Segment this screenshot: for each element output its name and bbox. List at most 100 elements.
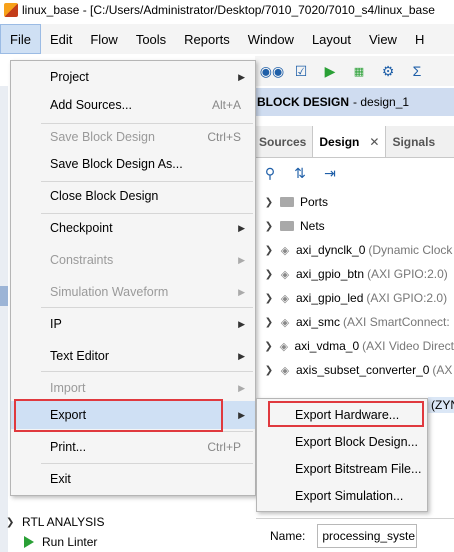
tree-item-detail: (AXI SmartConnect: <box>343 315 450 329</box>
run-icon[interactable]: ▶ <box>321 62 339 80</box>
menu-item-close-block-design[interactable]: Close Block Design <box>11 182 255 210</box>
menu-help[interactable]: H <box>406 24 433 54</box>
bitstream-icon[interactable]: ▦ <box>350 62 368 80</box>
chevron-right-icon[interactable]: ❯ <box>262 341 275 352</box>
menu-item-exit[interactable]: Exit <box>11 465 255 493</box>
menu-item-add-sources[interactable]: Add Sources... Alt+A <box>11 91 255 119</box>
menu-item-label: Add Sources... <box>50 98 132 112</box>
menu-item-save-block-design: Save Block Design Ctrl+S <box>11 123 255 151</box>
submenu-arrow-icon: ▶ <box>238 71 245 82</box>
properties-panel: Name: processing_syste <box>256 518 454 552</box>
menu-item-text-editor[interactable]: Text Editor ▶ <box>11 342 255 370</box>
menu-layout[interactable]: Layout <box>303 24 360 54</box>
menu-separator <box>41 463 253 464</box>
submenu-arrow-icon: ▶ <box>238 382 245 393</box>
tree-item[interactable]: ❯ ◈ axis_subset_converter_0 (AX <box>256 358 454 382</box>
menu-item-print[interactable]: Print... Ctrl+P <box>11 433 255 461</box>
title-bar: linux_base - [C:/Users/Administrator/Des… <box>0 0 454 20</box>
chevron-right-icon[interactable]: ❯ <box>262 221 276 232</box>
tree-item[interactable]: ❯ ◈ axi_gpio_btn (AXI GPIO:2.0) <box>256 262 454 286</box>
folder-icon <box>280 197 294 207</box>
tree-item-label: Ports <box>300 195 329 209</box>
chevron-right-icon[interactable]: ❯ <box>262 293 276 304</box>
binoculars-icon[interactable]: ◉◉ <box>260 62 284 80</box>
chevron-down-icon[interactable]: ❯ <box>6 517 22 528</box>
ip-block-icon: ◈ <box>280 364 290 377</box>
tree-item-detail: (Dynamic Clock <box>368 243 453 257</box>
shortcut-label: Alt+A <box>211 98 241 112</box>
menu-item-export-block-design[interactable]: Export Block Design... <box>257 428 427 456</box>
block-design-title: BLOCK DESIGN <box>257 95 350 109</box>
block-design-name: - design_1 <box>353 95 410 109</box>
chevron-right-icon[interactable]: ❯ <box>262 245 276 256</box>
tab-signals[interactable]: Signals <box>386 126 441 157</box>
search-icon[interactable]: ⚲ <box>262 165 278 181</box>
menu-file[interactable]: File <box>0 24 41 54</box>
tree-item[interactable]: ❯ ◈ axi_dynclk_0 (Dynamic Clock <box>256 238 454 262</box>
flow-navigator-strip <box>0 86 8 552</box>
chevron-right-icon[interactable]: ❯ <box>262 317 276 328</box>
tab-sources[interactable]: Sources <box>253 126 312 157</box>
close-icon[interactable]: ✕ <box>369 135 379 149</box>
menu-item-save-block-design-as[interactable]: Save Block Design As... <box>11 150 255 178</box>
menu-item-checkpoint[interactable]: Checkpoint ▶ <box>11 214 255 242</box>
menu-item-label: Save Block Design <box>50 130 155 144</box>
menu-item-label: IP <box>50 317 62 331</box>
checkbox-icon[interactable]: ☑ <box>292 62 310 80</box>
menu-item-import: Import ▶ <box>11 374 255 402</box>
rtl-analysis-header[interactable]: ❯ RTL ANALYSIS <box>0 512 250 532</box>
run-linter-label: Run Linter <box>42 535 98 549</box>
menu-item-constraints: Constraints ▶ <box>11 246 255 274</box>
menu-item-label: Print... <box>50 440 87 454</box>
tree-item-label: axis_subset_converter_0 <box>296 363 430 377</box>
expand-all-icon[interactable]: ⇥ <box>322 165 338 181</box>
tree-item[interactable]: ❯ Ports <box>256 190 454 214</box>
play-icon <box>24 536 34 548</box>
tree-item-detail: (AXI Video Direct <box>362 339 454 353</box>
folder-icon <box>280 221 294 231</box>
menu-tools[interactable]: Tools <box>127 24 175 54</box>
menu-flow[interactable]: Flow <box>81 24 126 54</box>
ip-block-icon: ◈ <box>280 268 290 281</box>
name-label: Name: <box>270 528 306 543</box>
menu-bar: File Edit Flow Tools Reports Window Layo… <box>0 24 454 54</box>
rtl-analysis-section: ❯ RTL ANALYSIS Run Linter <box>0 512 250 552</box>
submenu-arrow-icon: ▶ <box>238 350 245 361</box>
menu-view[interactable]: View <box>360 24 406 54</box>
annotation-box-export-hardware <box>268 401 424 427</box>
gear-icon[interactable]: ⚙ <box>379 62 397 80</box>
chevron-right-icon[interactable]: ❯ <box>262 365 276 376</box>
submenu-arrow-icon: ▶ <box>238 254 245 265</box>
window-title: linux_base - [C:/Users/Administrator/Des… <box>22 3 435 17</box>
menu-edit[interactable]: Edit <box>41 24 81 54</box>
tree-item-detail: (AX <box>432 363 453 377</box>
menu-window[interactable]: Window <box>239 24 303 54</box>
menu-reports[interactable]: Reports <box>175 24 239 54</box>
tree-item-partial[interactable]: (ZYN <box>428 397 454 413</box>
collapse-all-icon[interactable]: ⇅ <box>292 165 308 181</box>
tree-item[interactable]: ❯ Nets <box>256 214 454 238</box>
run-linter-item[interactable]: Run Linter <box>0 532 250 552</box>
menu-item-export-simulation[interactable]: Export Simulation... <box>257 482 427 510</box>
menu-item-label: Project <box>50 70 89 84</box>
menu-item-export-bitstream[interactable]: Export Bitstream File... <box>257 455 427 483</box>
name-field[interactable]: processing_syste <box>317 523 418 548</box>
tree-item-label: Nets <box>300 219 325 233</box>
chevron-right-icon[interactable]: ❯ <box>262 197 276 208</box>
shortcut-label: Ctrl+P <box>207 440 241 454</box>
menu-item-project[interactable]: Project ▶ <box>11 63 255 91</box>
menu-item-label: Text Editor <box>50 349 110 363</box>
tree-item[interactable]: ❯ ◈ axi_vdma_0 (AXI Video Direct <box>256 334 454 358</box>
tab-design[interactable]: Design ✕ <box>312 126 387 157</box>
ip-block-icon: ◈ <box>280 292 290 305</box>
chevron-right-icon[interactable]: ❯ <box>262 269 276 280</box>
tree-item[interactable]: ❯ ◈ axi_gpio_led (AXI GPIO:2.0) <box>256 286 454 310</box>
tree-item[interactable]: ❯ ◈ axi_smc (AXI SmartConnect: <box>256 310 454 334</box>
submenu-arrow-icon: ▶ <box>238 409 245 420</box>
tree-item-detail: (AXI GPIO:2.0) <box>366 291 448 305</box>
tree-item-label: axi_smc <box>296 315 341 329</box>
tree-item-label: axi_dynclk_0 <box>296 243 366 257</box>
menu-item-ip[interactable]: IP ▶ <box>11 310 255 338</box>
sigma-icon[interactable]: Σ <box>408 62 426 80</box>
submenu-arrow-icon: ▶ <box>238 222 245 233</box>
